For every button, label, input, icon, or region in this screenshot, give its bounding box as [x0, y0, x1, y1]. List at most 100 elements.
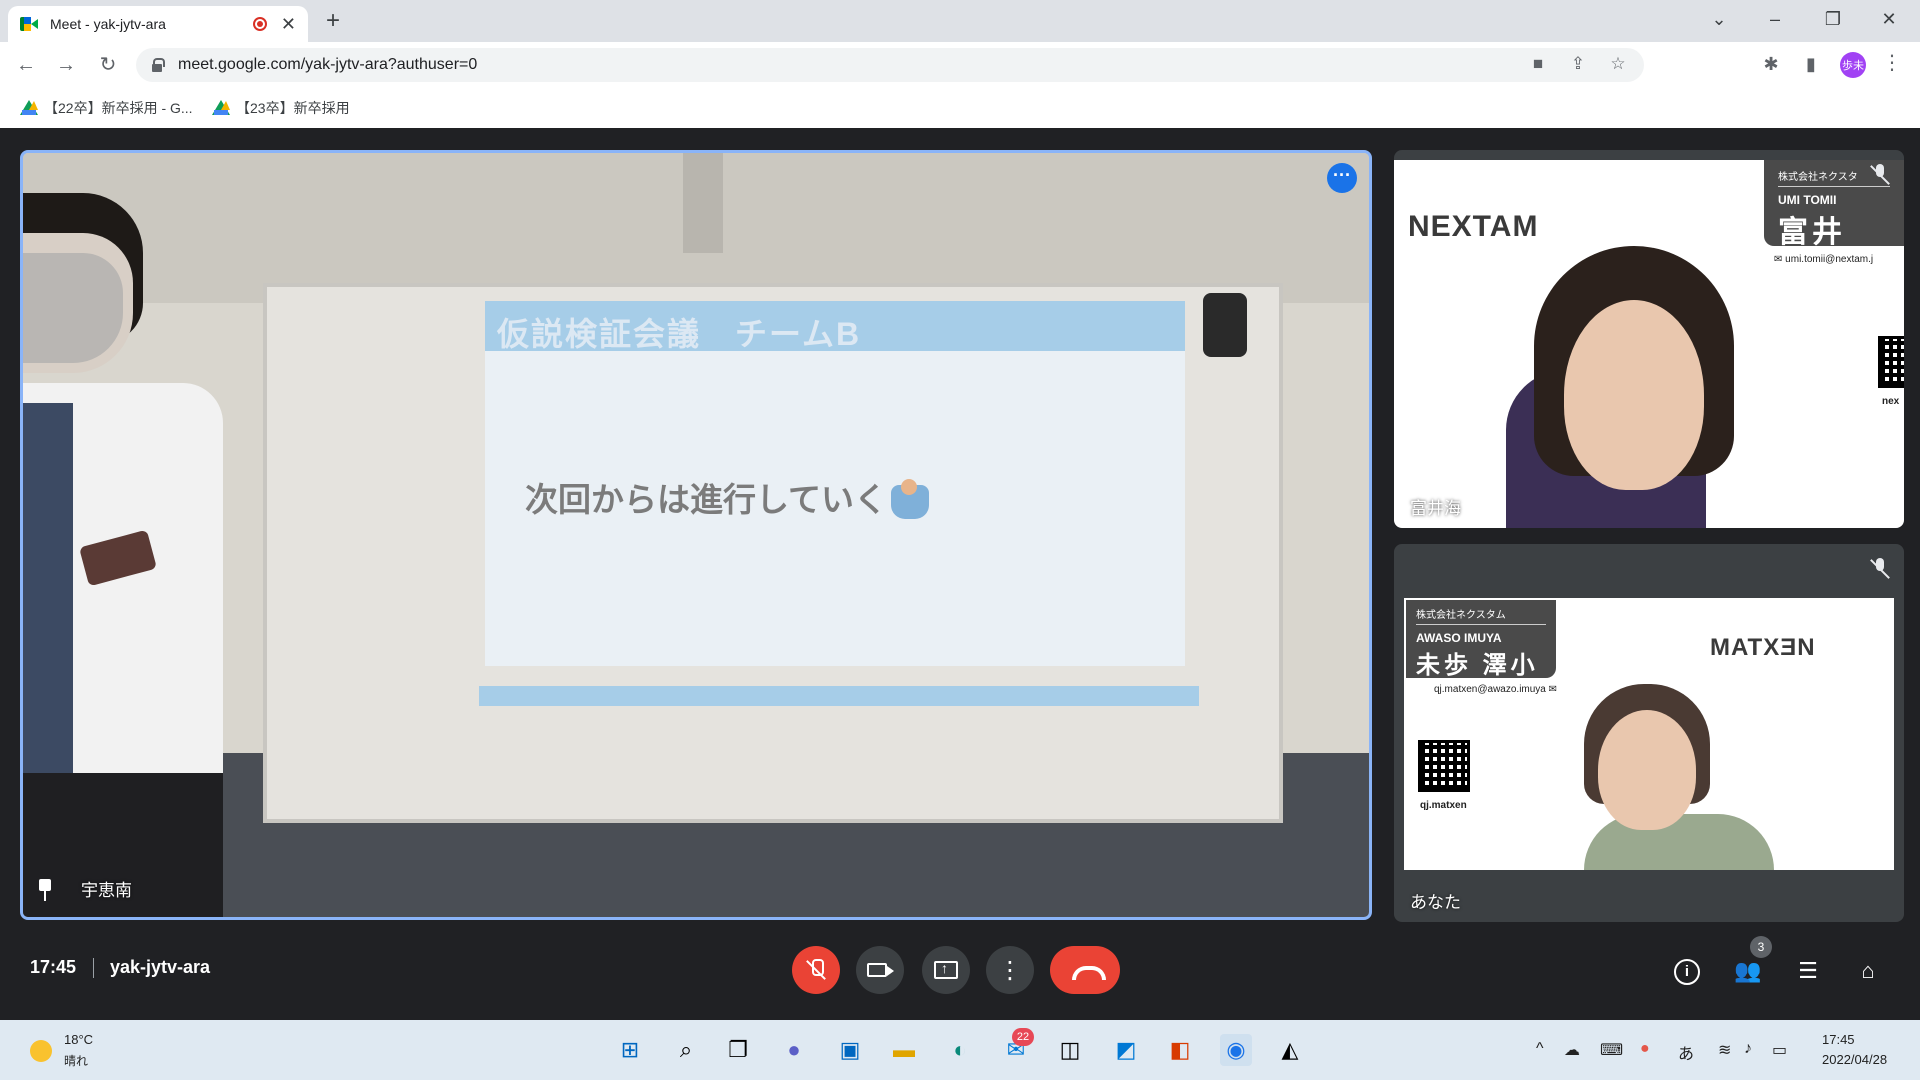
snipping-tool-icon[interactable]: ◫ — [1054, 1034, 1086, 1066]
weather-sun-icon[interactable] — [30, 1040, 52, 1062]
company-logo: MATXƎN — [1710, 634, 1816, 661]
bookmarks-bar: 【22卒】新卒採用 - G... 【23卒】新卒採用 — [0, 88, 1920, 128]
ime-indicator[interactable]: あ — [1678, 1040, 1694, 1064]
lock-icon[interactable] — [152, 58, 165, 72]
qr-code — [1418, 740, 1470, 792]
mic-toggle-button[interactable] — [792, 946, 840, 994]
task-view-icon[interactable]: ❐ — [722, 1034, 754, 1066]
browser-toolbar: ← → ↻ meet.google.com/yak-jytv-ara?authu… — [0, 42, 1920, 88]
back-button[interactable]: ← — [12, 52, 40, 78]
battery-icon[interactable]: ▭ — [1772, 1040, 1787, 1060]
start-icon[interactable]: ⊞ — [614, 1034, 646, 1066]
browser-tab-meet[interactable]: Meet - yak-jytv-ara ✕ — [8, 6, 308, 42]
presenter-figure — [23, 153, 223, 917]
bookmark-item[interactable]: 【22卒】新卒採用 - G... — [20, 98, 193, 118]
onedrive-icon[interactable]: ☁ — [1564, 1040, 1580, 1060]
tile-more-options-icon[interactable]: ··· — [1327, 163, 1357, 193]
self-tile[interactable]: 株式会社ネクスタム AWASO IMUYA 未歩 澤小 qj.matxen@aw… — [1394, 544, 1904, 922]
camera-in-use-icon[interactable]: ■ — [1526, 54, 1550, 74]
present-icon — [934, 960, 958, 979]
keyboard-icon[interactable]: ⌨ — [1600, 1040, 1623, 1060]
chrome-menu-icon[interactable]: ⋮ — [1882, 50, 1902, 75]
tab-close-icon[interactable]: ✕ — [281, 14, 296, 35]
muted-mic-icon — [1870, 558, 1890, 580]
restore-button[interactable]: ❐ — [1810, 6, 1856, 32]
slide-body-text: 次回からは進行していく — [525, 481, 888, 518]
address-bar[interactable]: meet.google.com/yak-jytv-ara?authuser=0 … — [136, 48, 1644, 82]
activities-icon[interactable]: ⌂ — [1852, 956, 1884, 988]
meeting-details-icon[interactable]: i — [1674, 959, 1700, 985]
slide-header-band: 仮説検証会議 チームB — [485, 301, 1185, 352]
qr-caption: nex — [1882, 396, 1900, 407]
card-email-text: umi.tomii@nextam.j — [1785, 254, 1874, 265]
name-card: 株式会社ネクスタム AWASO IMUYA 未歩 澤小 — [1406, 600, 1556, 679]
participant-tile[interactable]: NEXTAM 株式会社ネクスタ UMI TOMII 富井 海 ✉ umi.tom… — [1394, 150, 1904, 528]
bookmark-item[interactable]: 【23卒】新卒採用 — [212, 98, 350, 118]
office-icon[interactable]: ◧ — [1164, 1034, 1196, 1066]
file-explorer-icon[interactable]: ▬ — [888, 1034, 920, 1066]
main-video-tile[interactable]: 仮説検証会議 チームB 次回からは進行していく ··· 宇恵南 — [20, 150, 1372, 920]
participant-name: あなた — [1410, 893, 1461, 912]
company-logo: NEXTAM — [1408, 210, 1539, 243]
shoulders — [1584, 814, 1774, 870]
camera-icon — [867, 963, 894, 977]
meeting-code: yak-jytv-ara — [110, 957, 211, 977]
bookmark-label: 【22卒】新卒採用 - G... — [44, 100, 193, 116]
show-hidden-icons-chevron-icon[interactable]: ^ — [1536, 1040, 1544, 1058]
taskbar-clock-date[interactable]: 2022/04/28 — [1822, 1052, 1887, 1067]
card-name-en: AWASO IMUYA — [1416, 631, 1502, 645]
store-icon[interactable]: ▣ — [834, 1034, 866, 1066]
reload-button[interactable]: ↻ — [94, 52, 122, 78]
divider — [93, 958, 94, 978]
pin-icon[interactable] — [37, 879, 53, 901]
wifi-icon[interactable]: ≋ — [1718, 1040, 1731, 1060]
face — [1564, 300, 1704, 490]
search-icon[interactable]: ⌕ — [670, 1034, 702, 1066]
card-company: 株式会社ネクスタム — [1416, 606, 1546, 625]
close-window-button[interactable]: ✕ — [1866, 6, 1912, 32]
ceiling-beam — [683, 153, 723, 253]
slide-body: 次回からは進行していく — [525, 473, 930, 521]
app-icon[interactable]: ◭ — [1274, 1034, 1306, 1066]
card-email: ✉ umi.tomii@nextam.j — [1774, 254, 1874, 265]
teams-chat-icon[interactable]: ● — [778, 1034, 810, 1066]
side-panel-icon[interactable]: ▮ — [1798, 54, 1824, 75]
extensions-icon[interactable]: ✱ — [1758, 54, 1784, 75]
microphone-in-use-icon[interactable]: ● — [1640, 1040, 1650, 1058]
chrome-icon[interactable]: ◉ — [1220, 1034, 1252, 1066]
minimize-button[interactable]: – — [1752, 6, 1798, 32]
url-text: meet.google.com/yak-jytv-ara?authuser=0 — [178, 56, 478, 73]
face — [1598, 710, 1696, 830]
slide-footer-band — [479, 686, 1199, 706]
card-email-text: qj.matxen@awazo.imuya — [1434, 684, 1546, 695]
chat-icon[interactable]: ☰ — [1792, 956, 1824, 988]
projected-slide: 仮説検証会議 チームB 次回からは進行していく — [479, 301, 1199, 706]
forward-button[interactable]: → — [52, 52, 80, 78]
more-options-button[interactable]: ⋮ — [986, 946, 1034, 994]
bookmark-star-icon[interactable]: ☆ — [1606, 54, 1630, 74]
mail-unread-badge: 22 — [1012, 1028, 1034, 1046]
camera-toggle-button[interactable] — [856, 946, 904, 994]
bookmark-label: 【23卒】新卒採用 — [236, 100, 350, 116]
weather-description[interactable]: 晴れ — [64, 1052, 88, 1069]
slide-title: 仮説検証会議 チームB — [497, 316, 862, 352]
recording-indicator-icon — [252, 17, 267, 31]
participant-name: 富井海 — [1410, 499, 1461, 518]
card-name-jp: 未歩 澤小 — [1416, 652, 1539, 679]
new-tab-button[interactable]: + — [326, 8, 340, 34]
volume-icon[interactable]: ♪ — [1744, 1040, 1752, 1058]
share-icon[interactable]: ⇪ — [1566, 54, 1590, 74]
people-icon[interactable]: 👥 — [1732, 956, 1764, 988]
windows-taskbar: 18°C 晴れ ⊞ ⌕ ❐ ● ▣ ▬ ◐ ✉ 22 ◫ ◩ ◧ ◉ ◭ ^ ☁… — [0, 1020, 1920, 1080]
remote-desktop-icon[interactable]: ◩ — [1110, 1034, 1142, 1066]
more-vert-icon: ⋮ — [998, 956, 1022, 984]
taskbar-clock-time[interactable]: 17:45 — [1822, 1032, 1855, 1047]
muted-mic-icon — [1870, 164, 1890, 186]
weather-temperature[interactable]: 18°C — [64, 1032, 93, 1047]
edge-icon[interactable]: ◐ — [944, 1034, 976, 1066]
profile-avatar[interactable]: 歩未 — [1840, 52, 1866, 78]
leave-call-button[interactable] — [1050, 946, 1120, 994]
present-screen-button[interactable] — [922, 946, 970, 994]
tab-search-chevron-icon[interactable]: ⌄ — [1696, 6, 1742, 32]
mic-off-icon — [806, 959, 826, 981]
